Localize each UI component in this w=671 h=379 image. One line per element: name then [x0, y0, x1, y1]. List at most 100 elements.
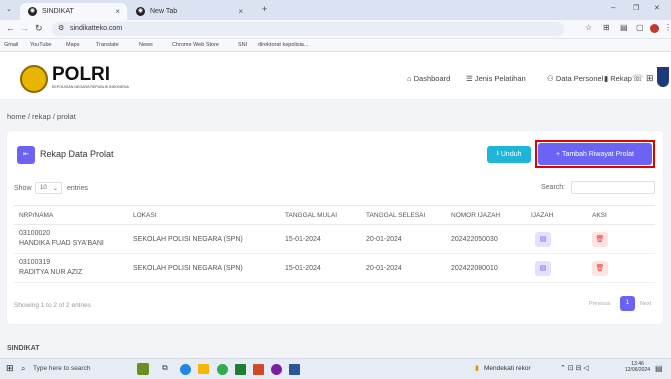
search-input[interactable] [571, 181, 655, 194]
site-info-icon[interactable]: ⚙ [58, 22, 64, 36]
pagination-page-1[interactable]: 1 [620, 296, 635, 311]
tab-new-tab[interactable]: ◉ New Tab × [128, 3, 250, 20]
app-icon[interactable] [271, 364, 282, 375]
chrome-icon[interactable] [217, 364, 228, 375]
nama-text: RADITYA NUR AZIZ [19, 269, 83, 276]
task-view-icon[interactable]: ⧉ [162, 363, 168, 373]
bookmark-news[interactable]: News [139, 42, 153, 48]
forward-icon[interactable]: → [20, 23, 29, 33]
excel-icon[interactable] [235, 364, 246, 375]
search-label: Search: [541, 184, 566, 191]
file-icon: ▮ [604, 74, 609, 83]
cell-ijazah: ▤ [531, 224, 592, 254]
bookmark-sni[interactable]: SNI [238, 42, 247, 48]
show-label: Show [14, 185, 32, 192]
bookmark-gmail[interactable]: Gmail [4, 42, 18, 48]
cell-tanggal-selesai: 20-01-2024 [366, 253, 451, 283]
cell-tanggal-mulai: 15-01-2024 [285, 253, 366, 283]
nav-rekap[interactable]: ▮ Rekap [604, 74, 632, 83]
bookmarks-bar: Gmail YouTube Maps Translate News Chrome… [0, 39, 671, 52]
sindikat-favicon-icon: ◉ [28, 7, 37, 16]
cell-nomor-ijazah: 202422050030 [451, 224, 531, 254]
view-ijazah-button[interactable]: ▤ [535, 231, 551, 247]
reload-icon[interactable]: ↻ [35, 23, 43, 34]
col-nrp-nama[interactable]: NRP/NAMA [14, 205, 133, 225]
entries-label: entries [67, 185, 89, 192]
tab-list-icon[interactable]: ⌄ [6, 5, 12, 13]
delete-button[interactable]: 🗑 [592, 260, 608, 276]
notification-center-icon[interactable]: ▤ [655, 364, 663, 373]
tab-sindikat[interactable]: ◉ SINDIKAT × [20, 3, 127, 20]
maximize-button[interactable]: ❐ [633, 4, 639, 12]
col-aksi[interactable]: AKSI [592, 205, 655, 225]
close-window-button[interactable]: ✕ [654, 4, 660, 12]
edge-icon[interactable] [180, 364, 191, 375]
cell-nrp-nama: 03100319 RADITYA NUR AZIZ [14, 253, 133, 283]
table-info: Showing 1 to 2 of 2 entries [14, 302, 91, 309]
rekap-table: NRP/NAMA LOKASI TANGGAL MULAI TANGGAL SE… [14, 205, 655, 283]
taskbar-search[interactable]: Type here to search [33, 365, 90, 372]
bookmark-youtube[interactable]: YouTube [30, 42, 52, 48]
list-icon: ☰ [466, 74, 473, 83]
search-icon: ⌕ [21, 364, 26, 373]
pinned-app-icon[interactable] [137, 363, 149, 375]
back-button[interactable]: ⇤ [17, 146, 35, 164]
nav-data-personel-label: Data Personel [555, 74, 604, 83]
chrome-favicon-icon: ◉ [136, 7, 145, 16]
browser-toolbar: ← → ↻ ⚙ sindikatteko.com ☆ ⊞ ▤ ▢ ⋮ [0, 20, 671, 39]
tambah-riwayat-prolat-button[interactable]: + Tambah Riwayat Prolat [538, 143, 652, 165]
entries-select[interactable]: 10 ⌄ [35, 182, 62, 194]
trend-icon: ▮ [475, 365, 479, 372]
back-icon[interactable]: ← [6, 23, 15, 33]
view-ijazah-button[interactable]: ▤ [535, 260, 551, 276]
chevron-down-icon: ⌄ [53, 186, 59, 192]
clock[interactable]: 13:46 12/06/2024 [625, 361, 650, 373]
pagination-next[interactable]: Next [640, 301, 651, 307]
cell-nomor-ijazah: 202422080010 [451, 253, 531, 283]
pagination-previous[interactable]: Previous [589, 301, 610, 307]
reading-list-icon[interactable]: ▤ [620, 23, 628, 32]
minimize-button[interactable]: – [611, 3, 615, 12]
unduh-button[interactable]: ⭳ Unduh [487, 146, 531, 163]
address-bar[interactable]: ⚙ sindikatteko.com [52, 22, 564, 36]
bookmark-chrome-web-store[interactable]: Chrome Web Store [172, 42, 219, 48]
tray-icons[interactable]: ⌃ ⊡ ⊟ ◁ [560, 364, 589, 372]
nav-jenis-pelatihan[interactable]: ☰ Jenis Pelatihan [466, 74, 526, 83]
powerpoint-icon[interactable] [253, 364, 264, 375]
tab-label: New Tab [150, 8, 178, 15]
close-tab-icon[interactable]: × [115, 7, 120, 16]
windows-start-icon[interactable]: ⊞ [6, 363, 14, 374]
nav-data-personel[interactable]: ⚇ Data Personel [547, 74, 603, 83]
grid-icon[interactable]: ⊞ [646, 73, 654, 84]
delete-button[interactable]: 🗑 [592, 231, 608, 247]
polri-logo[interactable] [20, 65, 48, 93]
bookmark-translate[interactable]: Translate [96, 42, 119, 48]
col-tanggal-mulai[interactable]: TANGGAL MULAI [285, 205, 366, 225]
close-tab-icon[interactable]: × [238, 7, 243, 16]
nama-text: HANDIKA FUAD SYA'BANI [19, 240, 104, 247]
bookmark-maps[interactable]: Maps [66, 42, 79, 48]
card-title: Rekap Data Prolat [40, 149, 114, 159]
cell-lokasi: SEKOLAH POLISI NEGARA (SPN) [133, 253, 285, 283]
word-icon[interactable] [289, 364, 300, 375]
rekap-card: ⇤ Rekap Data Prolat ⭳ Unduh + Tambah Riw… [7, 131, 663, 324]
col-nomor-ijazah[interactable]: NOMOR IJAZAH [451, 205, 531, 225]
col-lokasi[interactable]: LOKASI [133, 205, 285, 225]
nav-dashboard-label: Dashboard [413, 74, 451, 83]
taskbar-notification[interactable]: Mendekati rekor [484, 365, 531, 372]
file-explorer-icon[interactable] [198, 364, 209, 374]
profile-avatar[interactable] [650, 24, 659, 33]
menu-kebab-icon[interactable]: ⋮ [664, 23, 671, 32]
nav-dashboard[interactable]: ⌂ Dashboard [407, 74, 450, 83]
bookmark-direktorat[interactable]: direktorat kepolisia... [258, 42, 308, 48]
phone-icon[interactable]: ☏ [632, 73, 643, 84]
side-panel-icon[interactable]: ▢ [636, 23, 644, 32]
entries-select-value: 10 [40, 185, 47, 191]
col-tanggal-selesai[interactable]: TANGGAL SELESAI [366, 205, 451, 225]
unduh-label: Unduh [500, 151, 522, 158]
new-tab-button[interactable]: + [262, 4, 267, 14]
extensions-icon[interactable]: ⊞ [603, 23, 610, 32]
bookmark-star-icon[interactable]: ☆ [585, 23, 592, 32]
col-ijazah[interactable]: IJAZAH [531, 205, 592, 225]
clock-date: 12/06/2024 [625, 367, 651, 373]
